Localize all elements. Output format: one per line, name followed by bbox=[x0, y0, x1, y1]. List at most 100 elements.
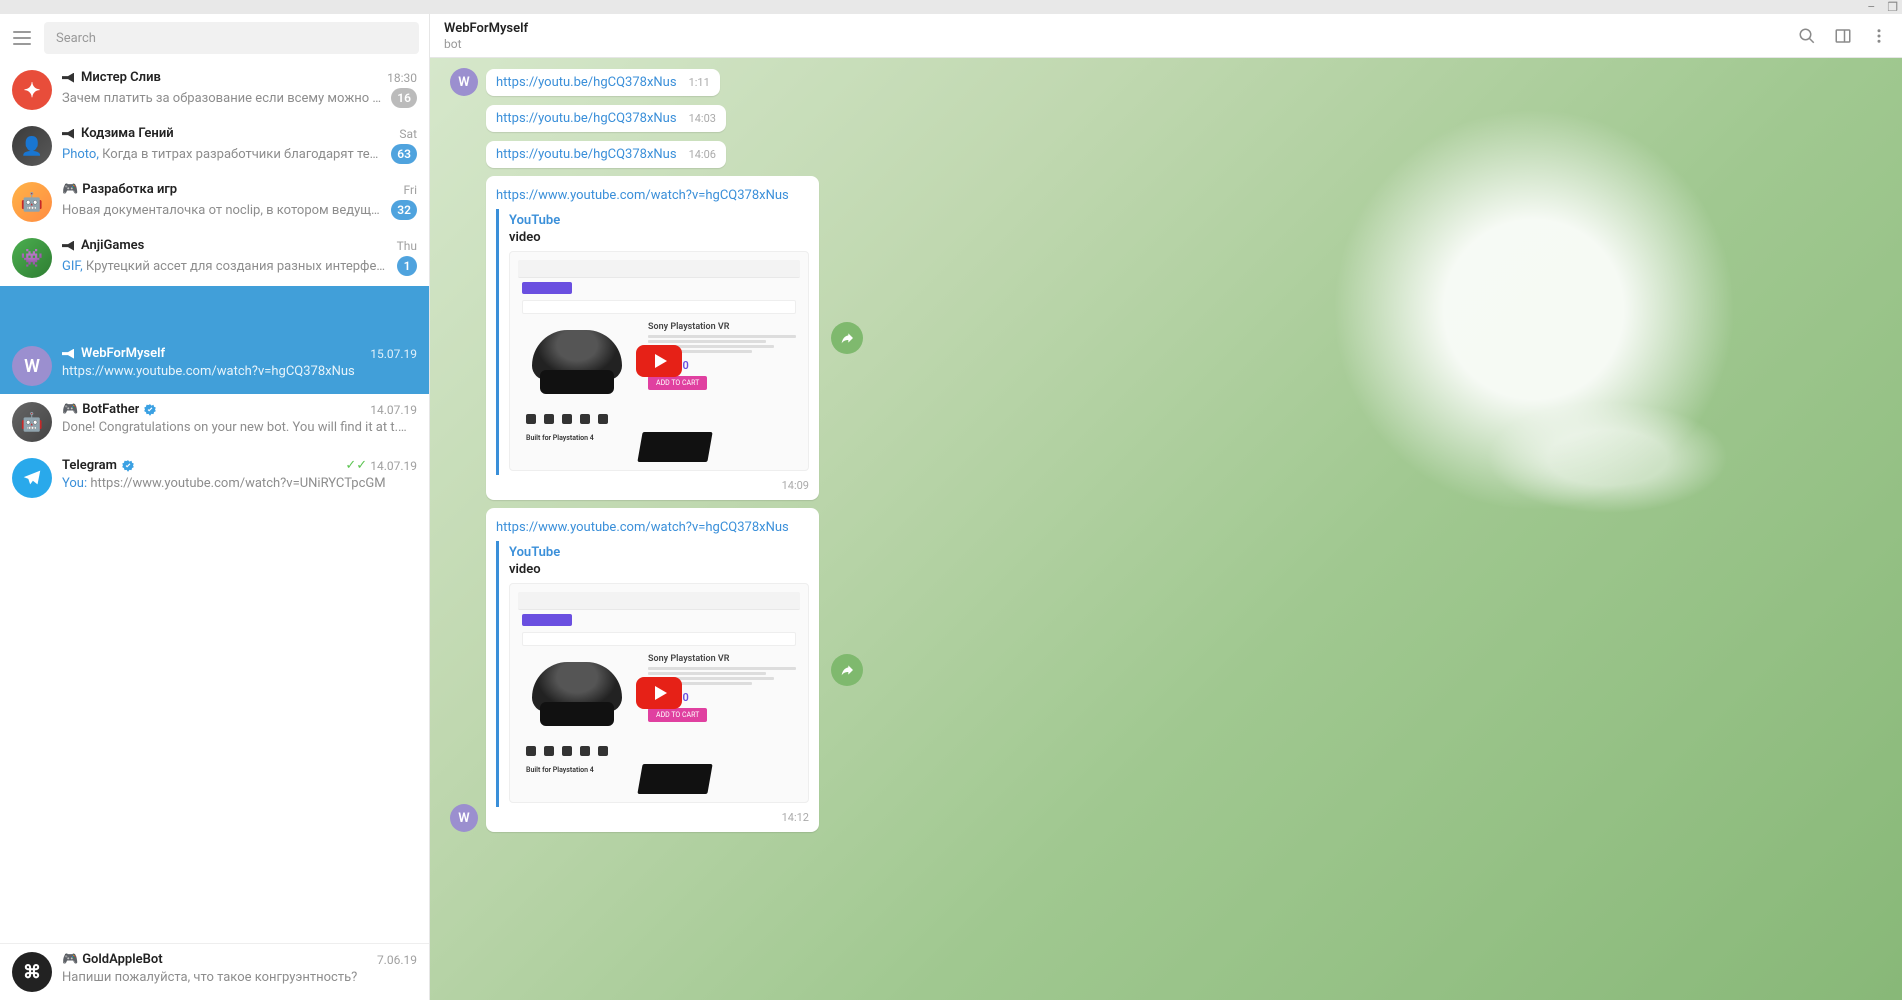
chat-preview: Напиши пожалуйста, что такое конгруэнтно… bbox=[62, 970, 417, 985]
chat-time: 18:30 bbox=[387, 71, 417, 85]
chat-name: AnjiGames bbox=[81, 238, 144, 253]
read-checks-icon: ✓✓ bbox=[345, 458, 367, 473]
verified-icon bbox=[143, 403, 157, 417]
message-row: https://youtu.be/hgCQ378xNus 14:06 bbox=[450, 140, 1882, 168]
chat-name: WebForMyself bbox=[81, 346, 165, 361]
message-time: 14:06 bbox=[689, 148, 716, 161]
preview-thumbnail[interactable]: Sony Playstation VR $390.00 ADD TO CART … bbox=[509, 583, 809, 803]
gamepad-icon: 🎮 bbox=[62, 182, 78, 197]
unread-badge: 63 bbox=[391, 144, 417, 164]
channel-icon bbox=[62, 346, 77, 361]
chat-preview: Photo, Когда в титрах разработчики благо… bbox=[62, 147, 385, 162]
avatar: W bbox=[12, 346, 52, 386]
avatar: 👾 bbox=[12, 238, 52, 278]
unread-badge: 16 bbox=[391, 88, 417, 108]
channel-icon bbox=[62, 238, 77, 253]
chat-preview: Новая документалочка от noclip, в которо… bbox=[62, 203, 385, 218]
message-avatar[interactable]: W bbox=[450, 804, 478, 832]
bot-icon: 🎮 bbox=[62, 952, 78, 967]
chat-preview: You: https://www.youtube.com/watch?v=UNi… bbox=[62, 476, 417, 491]
message-link[interactable]: https://www.youtube.com/watch?v=hgCQ378x… bbox=[496, 188, 789, 203]
search-icon[interactable] bbox=[1798, 27, 1816, 45]
chat-name: Разработка игр bbox=[82, 182, 177, 197]
more-icon[interactable] bbox=[1870, 27, 1888, 45]
chat-name: BotFather bbox=[82, 402, 139, 417]
chat-list[interactable]: ✦ Мистер Слив 18:30 Зачем платить за обр… bbox=[0, 62, 429, 943]
message-bubble[interactable]: https://youtu.be/hgCQ378xNus 1:11 bbox=[486, 69, 720, 96]
message-link[interactable]: https://youtu.be/hgCQ378xNus bbox=[496, 147, 677, 162]
chat-time: 15.07.19 bbox=[370, 347, 417, 361]
window-minimize[interactable]: – bbox=[1867, 0, 1875, 14]
avatar: 🤖 bbox=[12, 182, 52, 222]
message-link[interactable]: https://youtu.be/hgCQ378xNus bbox=[496, 75, 677, 90]
sidebar-header bbox=[0, 14, 429, 62]
chat-preview: https://www.youtube.com/watch?v=hgCQ378x… bbox=[62, 364, 417, 379]
chat-preview: Зачем платить за образование если всему … bbox=[62, 91, 385, 106]
sidebar-bottom: ⌘ 🎮GoldAppleBot 7.06.19 Напиши пожалуйст… bbox=[0, 943, 429, 1000]
share-button[interactable] bbox=[831, 654, 863, 686]
preview-site: YouTube bbox=[509, 545, 809, 560]
chat-subtitle: bot bbox=[444, 37, 528, 51]
window-maximize[interactable]: ❐ bbox=[1887, 0, 1898, 14]
app-root: ✦ Мистер Слив 18:30 Зачем платить за обр… bbox=[0, 14, 1902, 1000]
chat-item[interactable]: Telegram ✓✓14.07.19 You: https://www.you… bbox=[0, 450, 429, 506]
sidebar: ✦ Мистер Слив 18:30 Зачем платить за обр… bbox=[0, 14, 430, 1000]
message-time: 14:12 bbox=[496, 811, 809, 824]
message-time: 1:11 bbox=[689, 76, 710, 89]
preview-title: video bbox=[509, 562, 809, 577]
verified-icon bbox=[121, 459, 135, 473]
link-preview: YouTube video Sony Playstation VR $390.0… bbox=[496, 209, 809, 475]
chat-item[interactable]: ✦ Мистер Слив 18:30 Зачем платить за обр… bbox=[0, 62, 429, 118]
chat-time: Sat bbox=[399, 127, 417, 141]
bot-icon: 🎮 bbox=[62, 402, 78, 417]
chat-item[interactable]: 🤖 🎮 Разработка игр Fri Новая документалоч… bbox=[0, 174, 429, 230]
chat-name: Telegram bbox=[62, 458, 117, 473]
message-row: W https://www.youtube.com/watch?v=hgCQ37… bbox=[450, 508, 1882, 832]
avatar: 👤 bbox=[12, 126, 52, 166]
chat-name: Кодзима Гений bbox=[81, 126, 174, 141]
unread-badge: 32 bbox=[391, 200, 417, 220]
link-preview: YouTube video Sony Playstation VR $390.0… bbox=[496, 541, 809, 807]
chat-view: WebForMyself bot W https://youtu.be/hgCQ… bbox=[430, 14, 1902, 1000]
chat-item[interactable]: 🤖 🎮BotFather 14.07.19 Done! Congratulati… bbox=[0, 394, 429, 450]
sidepanel-icon[interactable] bbox=[1834, 27, 1852, 45]
channel-icon bbox=[62, 126, 77, 141]
play-icon[interactable] bbox=[636, 345, 682, 377]
play-icon[interactable] bbox=[636, 677, 682, 709]
avatar: ✦ bbox=[12, 70, 52, 110]
chat-title: WebForMyself bbox=[444, 21, 528, 36]
chat-item[interactable]: 👤 Кодзима Гений Sat Photo, Когда в титра… bbox=[0, 118, 429, 174]
menu-icon[interactable] bbox=[10, 26, 34, 50]
message-time: 14:03 bbox=[689, 112, 716, 125]
chat-time: Thu bbox=[397, 239, 417, 253]
message-bubble-rich[interactable]: https://www.youtube.com/watch?v=hgCQ378x… bbox=[486, 176, 819, 500]
chat-name: Мистер Слив bbox=[81, 70, 161, 85]
channel-icon bbox=[62, 70, 77, 85]
chat-preview: Done! Congratulations on your new bot. Y… bbox=[62, 420, 417, 435]
chat-time: Fri bbox=[404, 183, 417, 197]
avatar bbox=[12, 458, 52, 498]
chat-item[interactable]: ⌘ 🎮GoldAppleBot 7.06.19 Напиши пожалуйст… bbox=[0, 944, 429, 1000]
preview-site: YouTube bbox=[509, 213, 809, 228]
unread-badge: 1 bbox=[397, 256, 417, 276]
chat-time: 14.07.19 bbox=[370, 403, 417, 417]
message-bubble-rich[interactable]: https://www.youtube.com/watch?v=hgCQ378x… bbox=[486, 508, 819, 832]
message-bubble[interactable]: https://youtu.be/hgCQ378xNus 14:03 bbox=[486, 105, 726, 132]
preview-thumbnail[interactable]: Sony Playstation VR $390.00 ADD TO CART … bbox=[509, 251, 809, 471]
message-time: 14:09 bbox=[496, 479, 809, 492]
message-list[interactable]: W https://youtu.be/hgCQ378xNus 1:11 http… bbox=[430, 58, 1902, 1000]
chat-name: GoldAppleBot bbox=[82, 952, 162, 967]
share-button[interactable] bbox=[831, 322, 863, 354]
message-avatar[interactable]: W bbox=[450, 68, 478, 96]
search-input[interactable] bbox=[56, 31, 407, 46]
message-link[interactable]: https://youtu.be/hgCQ378xNus bbox=[496, 111, 677, 126]
chat-item-selected[interactable]: W WebForMyself 15.07.19 https://www.yout… bbox=[0, 286, 429, 394]
chat-time: ✓✓14.07.19 bbox=[345, 458, 417, 473]
message-bubble[interactable]: https://youtu.be/hgCQ378xNus 14:06 bbox=[486, 141, 726, 168]
preview-title: video bbox=[509, 230, 809, 245]
search-box[interactable] bbox=[44, 22, 419, 54]
chat-header[interactable]: WebForMyself bot bbox=[430, 14, 1902, 58]
message-row: https://www.youtube.com/watch?v=hgCQ378x… bbox=[450, 176, 1882, 500]
chat-item[interactable]: 👾 AnjiGames Thu GIF, Крутецкий ассет для… bbox=[0, 230, 429, 286]
message-link[interactable]: https://www.youtube.com/watch?v=hgCQ378x… bbox=[496, 520, 789, 535]
